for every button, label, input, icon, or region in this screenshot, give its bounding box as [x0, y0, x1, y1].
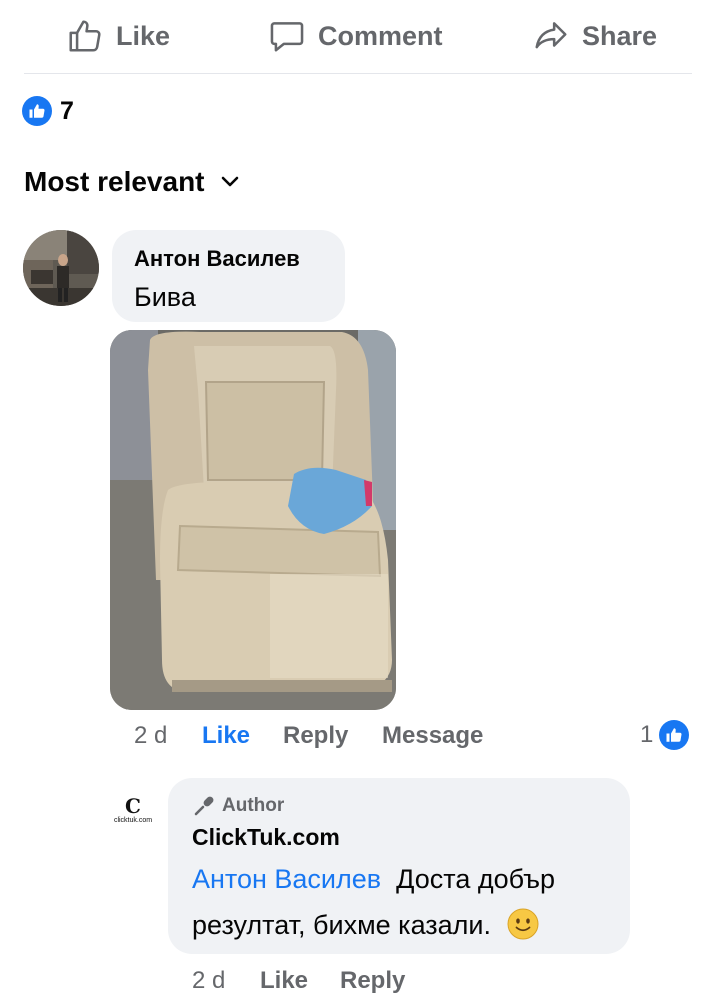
mention-link[interactable]: Антон Василев	[192, 864, 381, 894]
clicktuk-logo: C	[125, 793, 141, 818]
comment-photo[interactable]	[110, 330, 396, 710]
like-reaction-icon	[659, 720, 690, 750]
microphone-icon	[194, 796, 214, 816]
comment-text: Бива	[134, 282, 196, 312]
sort-label: Most relevant	[24, 166, 205, 197]
comment-bubble-icon	[270, 22, 304, 52]
comment-author[interactable]: Антон Василев	[134, 246, 300, 272]
share-arrow-icon	[535, 22, 567, 49]
reaction-count: 7	[60, 96, 74, 125]
sort-dropdown[interactable]: Most relevant	[24, 166, 239, 198]
page-avatar[interactable]: C clicktuk.com	[105, 782, 161, 838]
comment-button[interactable]: Comment	[268, 14, 443, 58]
reactions-summary[interactable]: 7	[22, 96, 74, 126]
comment-time: 2 d	[134, 722, 168, 749]
avatar-caption: clicktuk.com	[113, 816, 153, 824]
smiley-icon	[507, 908, 539, 940]
reply-bubble[interactable]: Author ClickTuk.com Антон Василев Доста …	[168, 778, 630, 954]
reply-text-block: Антон Василев Доста добър резултат, бихм…	[192, 856, 612, 948]
comment-reply-button[interactable]: Reply	[283, 722, 348, 750]
chevron-down-icon	[221, 176, 238, 187]
comment-label: Comment	[318, 20, 443, 51]
like-reaction-icon	[22, 96, 52, 126]
reply-time: 2 d	[192, 967, 226, 994]
comment-bubble[interactable]: Антон Василев Бива	[112, 230, 345, 322]
comment-reaction-number: 1	[640, 721, 654, 748]
author-badge: Author	[192, 794, 284, 818]
avatar[interactable]	[23, 230, 99, 306]
share-label: Share	[582, 20, 658, 51]
reply-author[interactable]: ClickTuk.com	[192, 824, 340, 851]
thumbs-up-icon	[69, 20, 101, 52]
comment-message-button[interactable]: Message	[382, 722, 483, 750]
share-button[interactable]: Share	[532, 14, 657, 58]
reply-reply-button[interactable]: Reply	[340, 967, 405, 995]
reply-like-button[interactable]: Like	[260, 967, 308, 995]
like-label: Like	[116, 20, 171, 51]
comment-like-button[interactable]: Like	[202, 722, 250, 750]
like-button[interactable]: Like	[66, 14, 170, 58]
author-badge-label: Author	[222, 795, 285, 816]
comment-reaction-count[interactable]: 1	[640, 720, 690, 750]
divider	[24, 73, 692, 74]
